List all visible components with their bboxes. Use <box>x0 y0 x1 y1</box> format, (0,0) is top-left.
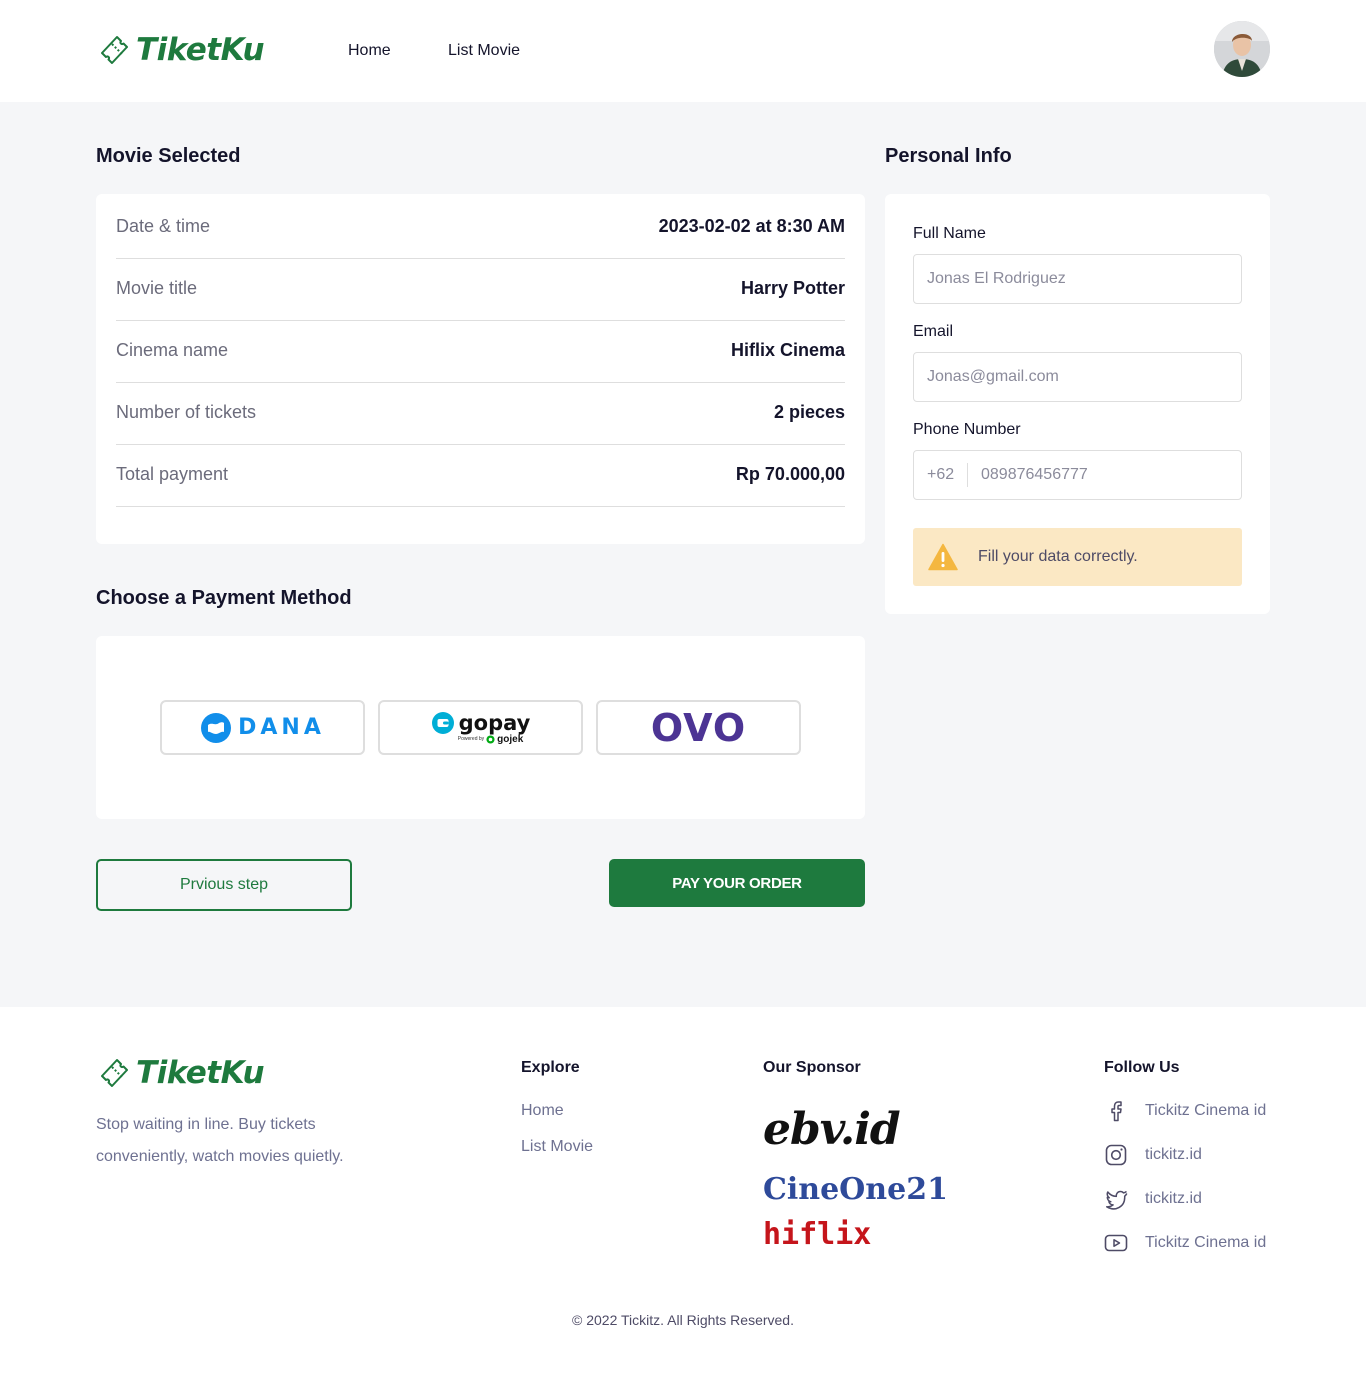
warning-icon <box>928 543 958 571</box>
info-label: Total payment <box>116 464 229 484</box>
dana-label: DANA <box>238 715 325 740</box>
gopay-wallet-icon <box>431 711 454 734</box>
explore-heading: Explore <box>521 1059 580 1076</box>
social-label: Tickitz Cinema id <box>1145 1234 1267 1251</box>
brand-name: TiketKu <box>136 32 265 68</box>
personal-info-card: Full Name Email Phone Number +62 Fill yo… <box>885 194 1270 614</box>
info-row-movie-title: Movie title Harry Potter <box>116 259 845 321</box>
brand-logo[interactable]: TiketKu <box>98 32 265 68</box>
nav-home[interactable]: Home <box>348 42 391 60</box>
footer-link-home[interactable]: Home <box>521 1102 564 1120</box>
footer-link-list-movie[interactable]: List Movie <box>521 1138 593 1156</box>
info-value: Hiflix Cinema <box>730 340 845 360</box>
payment-method-card: DANA gopay Powered by gojek OVO <box>96 636 865 819</box>
phone-input[interactable] <box>968 451 1241 499</box>
phone-prefix: +62 <box>914 463 968 487</box>
powered-by-text: Powered by <box>457 736 485 742</box>
gojek-label: gojek <box>497 733 524 745</box>
info-value: Rp 70.000,00 <box>735 464 845 484</box>
full-name-label: Full Name <box>913 225 986 242</box>
pay-order-button[interactable]: PAY YOUR ORDER <box>609 859 865 907</box>
gopay-logo: gopay <box>431 710 531 735</box>
nav-list-movie[interactable]: List Movie <box>448 42 520 60</box>
info-row-datetime: Date & time 2023-02-02 at 8:30 AM <box>116 197 845 259</box>
previous-step-button[interactable]: Prvious step <box>96 859 352 911</box>
youtube-icon <box>1104 1234 1128 1252</box>
ovo-label: OVO <box>650 705 747 750</box>
ticket-icon <box>101 36 128 64</box>
full-name-input[interactable] <box>913 254 1242 304</box>
warning-alert: Fill your data correctly. <box>913 528 1242 586</box>
social-youtube[interactable]: Tickitz Cinema id <box>1104 1231 1266 1255</box>
gojek-icon <box>486 734 495 744</box>
info-row-cinema: Cinema name Hiflix Cinema <box>116 321 845 383</box>
sponsor-ebv: ebv.id <box>763 1104 901 1155</box>
info-label: Cinema name <box>116 340 229 360</box>
social-label: tickitz.id <box>1145 1190 1202 1207</box>
ticket-icon <box>101 1059 128 1087</box>
sponsor-heading: Our Sponsor <box>763 1059 861 1076</box>
info-row-total: Total payment Rp 70.000,00 <box>116 445 845 507</box>
info-value: 2 pieces <box>773 402 845 422</box>
social-label: tickitz.id <box>1145 1146 1202 1163</box>
social-instagram[interactable]: tickitz.id <box>1104 1143 1202 1167</box>
twitter-icon <box>1106 1190 1128 1210</box>
movie-selected-card: Date & time 2023-02-02 at 8:30 AM Movie … <box>96 194 865 544</box>
footer-tagline: Stop waiting in line. Buy tickets conven… <box>96 1116 344 1165</box>
footer: TiketKu Stop waiting in line. Buy ticket… <box>0 1007 1366 1379</box>
payment-option-ovo[interactable]: OVO <box>596 700 801 755</box>
user-photo <box>1214 21 1270 77</box>
facebook-icon <box>1111 1101 1122 1122</box>
phone-field[interactable]: +62 <box>913 450 1242 500</box>
follow-heading: Follow Us <box>1104 1059 1180 1076</box>
info-label: Date & time <box>116 216 211 236</box>
social-twitter[interactable]: tickitz.id <box>1104 1187 1202 1211</box>
top-navbar: TiketKu Home List Movie <box>0 0 1366 102</box>
info-value: 2023-02-02 at 8:30 AM <box>658 216 845 236</box>
sponsor-cineone21: CineOne21 <box>763 1172 948 1207</box>
payment-option-dana[interactable]: DANA <box>160 700 365 755</box>
info-label: Movie title <box>116 278 198 298</box>
email-label: Email <box>913 323 954 340</box>
gopay-powered: Powered by gojek <box>458 734 524 745</box>
alert-text: Fill your data correctly. <box>978 548 1138 565</box>
sponsor-hiflix: hiflix <box>763 1217 872 1252</box>
gopay-label: gopay <box>458 710 531 735</box>
info-row-tickets: Number of tickets 2 pieces <box>116 383 845 445</box>
personal-info-title: Personal Info <box>885 145 1012 167</box>
checkout-section: Movie Selected Date & time 2023-02-02 at… <box>0 102 1366 1007</box>
social-facebook[interactable]: Tickitz Cinema id <box>1104 1099 1266 1123</box>
payment-method-title: Choose a Payment Method <box>96 587 352 609</box>
social-label: Tickitz Cinema id <box>1145 1102 1267 1119</box>
dana-icon <box>201 712 232 743</box>
copyright-text: © 2022 Tickitz. All Rights Reserved. <box>572 1312 794 1328</box>
email-input[interactable] <box>913 352 1242 402</box>
payment-option-gopay[interactable]: gopay Powered by gojek <box>378 700 583 755</box>
avatar[interactable] <box>1214 21 1270 77</box>
footer-brand-logo[interactable]: TiketKu <box>98 1055 265 1091</box>
instagram-icon <box>1105 1144 1127 1166</box>
brand-name: TiketKu <box>136 1055 265 1091</box>
movie-selected-title: Movie Selected <box>96 145 241 167</box>
info-label: Number of tickets <box>116 402 257 422</box>
phone-label: Phone Number <box>913 421 1021 438</box>
info-value: Harry Potter <box>740 278 845 298</box>
